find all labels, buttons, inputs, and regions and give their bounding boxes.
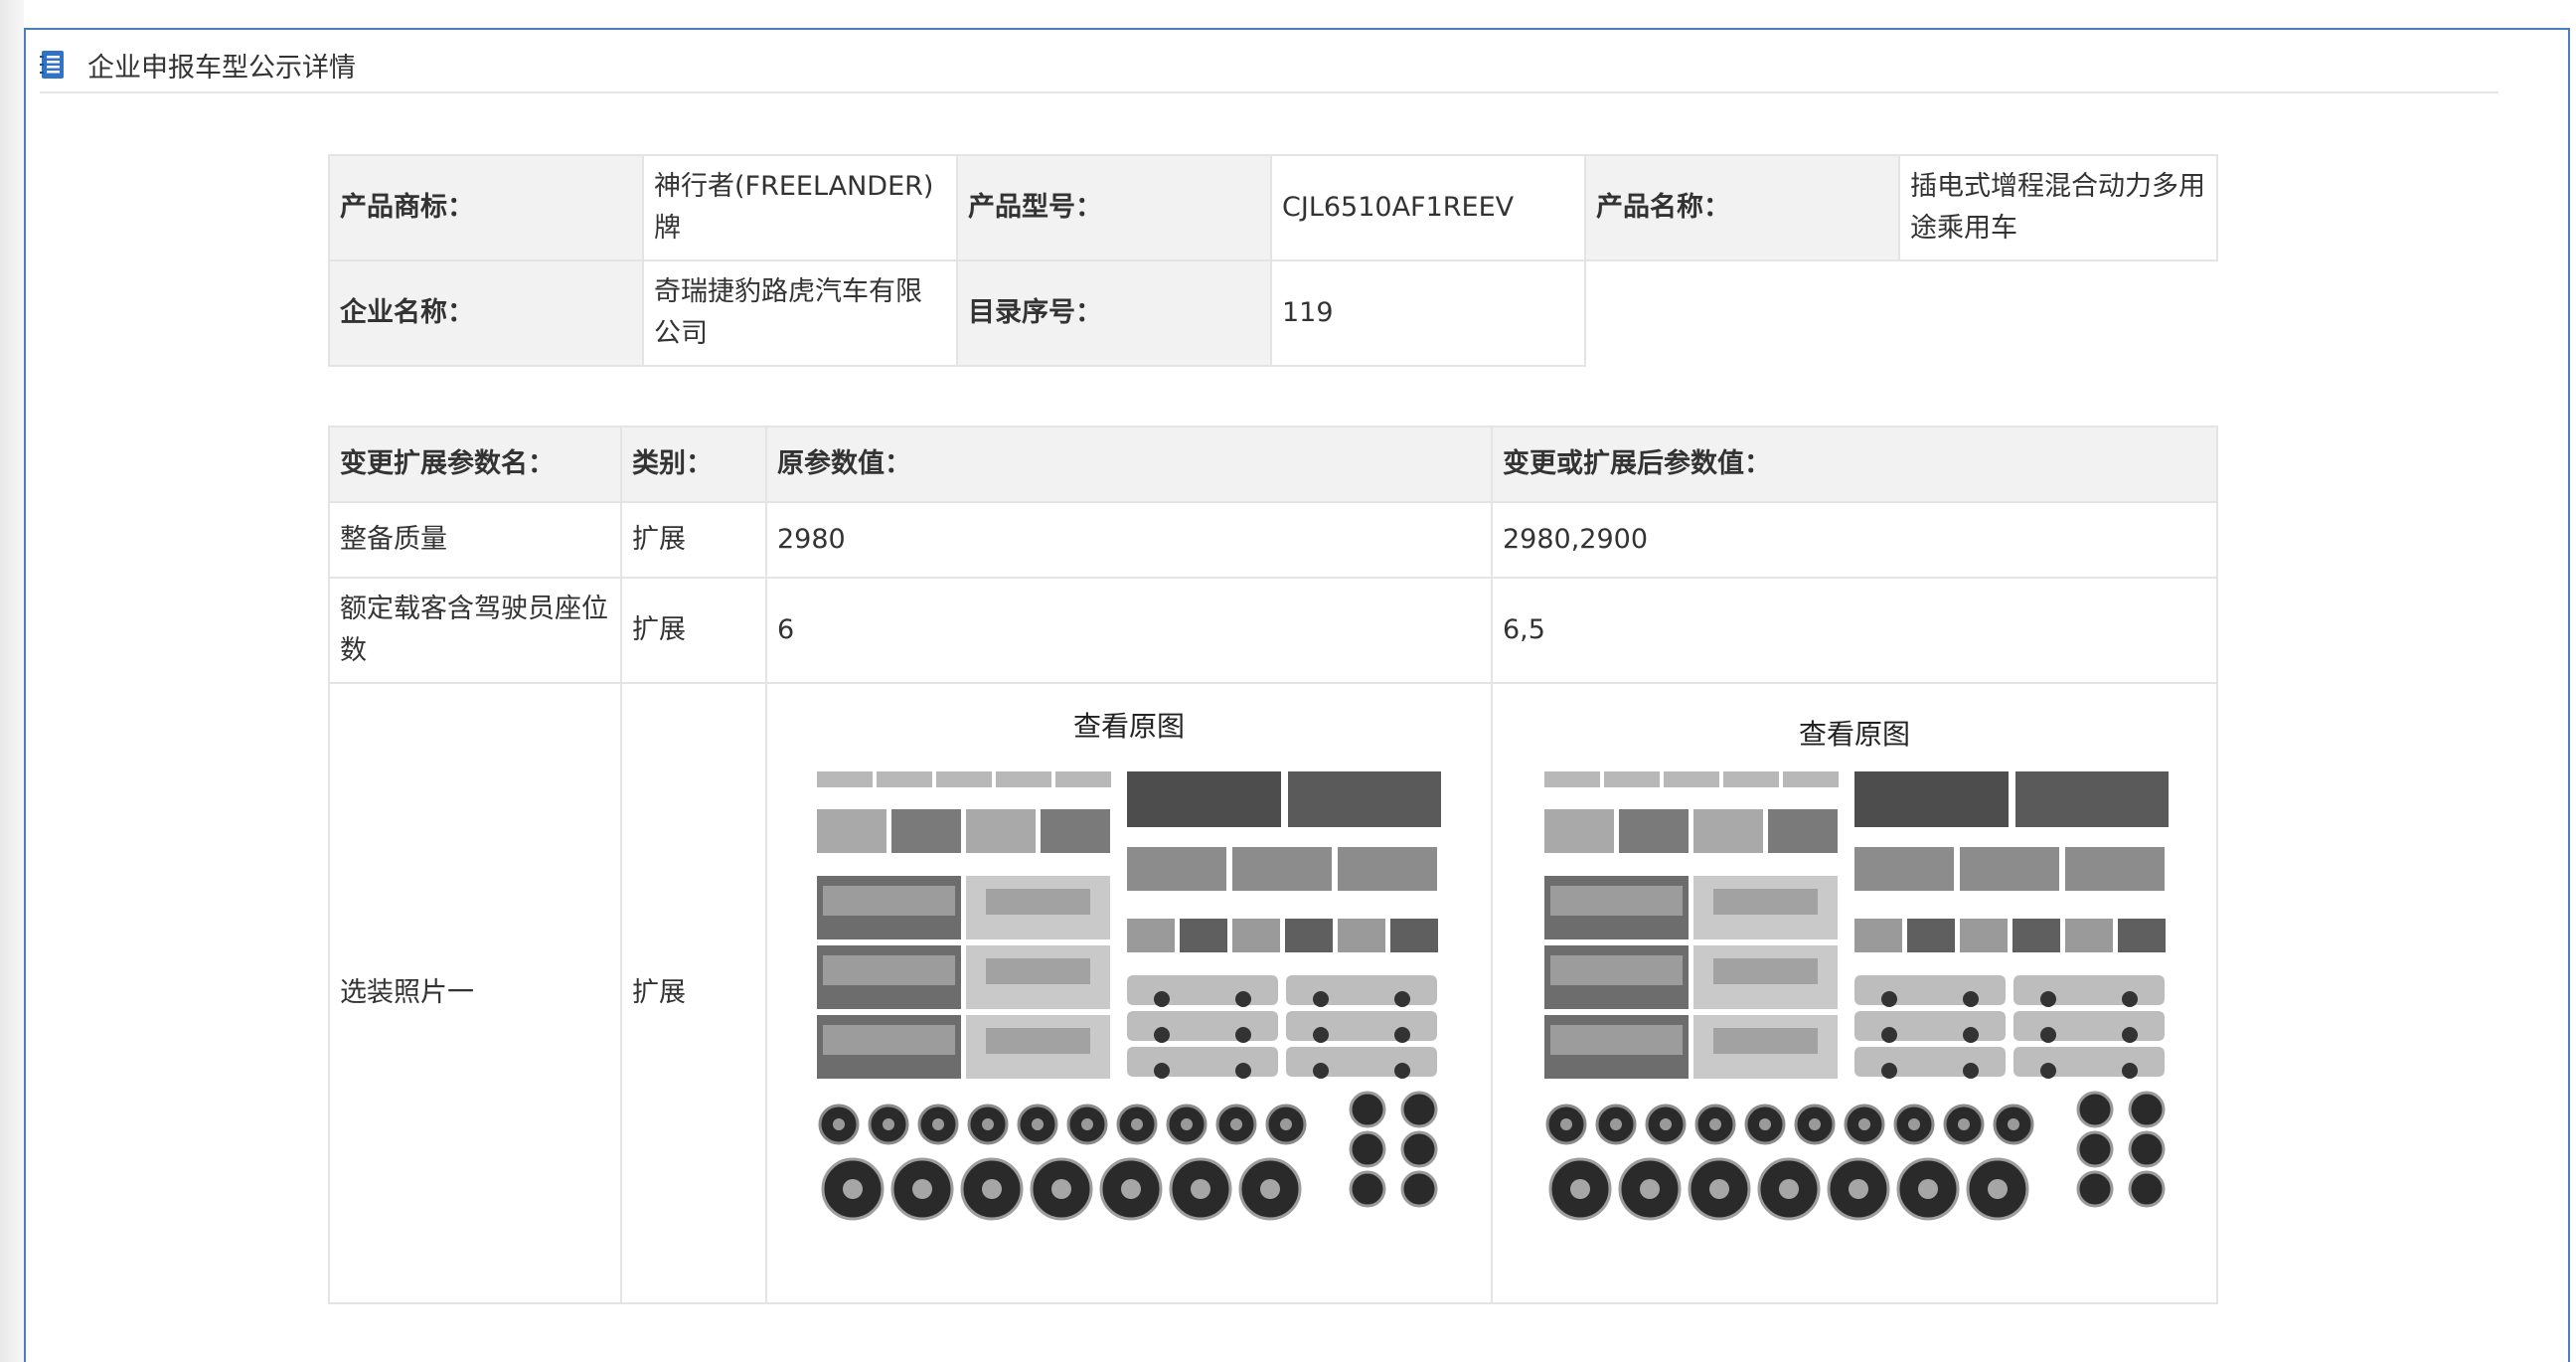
brand-value: 神行者(FREELANDER)牌 — [642, 154, 958, 261]
header-changed: 变更或扩展后参数值： — [1491, 426, 2218, 503]
original-photo-cell: 查看原图 — [765, 682, 1493, 1304]
product-name-value: 插电式增程混合动力多用途乘用车 — [1898, 154, 2218, 261]
model-value: CJL6510AF1REEV — [1270, 154, 1586, 261]
changed-photo-cell: 查看原图 — [1491, 682, 2218, 1304]
panel-title: 企业申报车型公示详情 — [87, 52, 356, 84]
changed-photo-thumbnail[interactable] — [1544, 771, 2169, 1224]
panel-header: 企业申报车型公示详情 — [40, 38, 2498, 93]
param-changed: 6,5 — [1491, 577, 2218, 684]
header-param-name: 变更扩展参数名： — [328, 426, 622, 503]
view-original-link[interactable]: 查看原图 — [767, 706, 1491, 748]
table-row: 额定载客含驾驶员座位数 扩展 6 6,5 — [328, 577, 2218, 684]
table-row: 选装照片一 扩展 查看原图 查看原图 — [328, 682, 2218, 1304]
param-category: 扩展 — [620, 501, 767, 579]
param-name: 额定载客含驾驶员座位数 — [328, 577, 622, 684]
brand-label: 产品商标： — [328, 154, 644, 261]
product-info-table: 产品商标： 神行者(FREELANDER)牌 产品型号： CJL6510AF1R… — [328, 154, 2218, 367]
param-change-table: 变更扩展参数名： 类别： 原参数值： 变更或扩展后参数值： 整备质量 扩展 29… — [328, 426, 2218, 1304]
header-original: 原参数值： — [765, 426, 1493, 503]
company-label: 企业名称： — [328, 259, 644, 367]
param-changed: 2980,2900 — [1491, 501, 2218, 579]
table-row: 整备质量 扩展 2980 2980,2900 — [328, 501, 2218, 579]
product-name-label: 产品名称： — [1584, 154, 1900, 261]
param-original: 6 — [765, 577, 1493, 684]
catalog-value: 119 — [1270, 259, 1586, 367]
empty-cell — [1585, 260, 2217, 366]
notebook-icon — [40, 50, 66, 80]
original-photo-thumbnail[interactable] — [817, 771, 1441, 1224]
param-name: 整备质量 — [328, 501, 622, 579]
company-value: 奇瑞捷豹路虎汽车有限公司 — [642, 259, 958, 367]
catalog-label: 目录序号： — [956, 259, 1272, 367]
param-original: 2980 — [765, 501, 1493, 579]
view-changed-link[interactable]: 查看原图 — [1493, 714, 2216, 756]
model-label: 产品型号： — [956, 154, 1272, 261]
param-category: 扩展 — [620, 577, 767, 684]
window-edge — [0, 0, 24, 1362]
param-name: 选装照片一 — [328, 682, 622, 1304]
header-category: 类别： — [620, 426, 767, 503]
param-category: 扩展 — [620, 682, 767, 1304]
